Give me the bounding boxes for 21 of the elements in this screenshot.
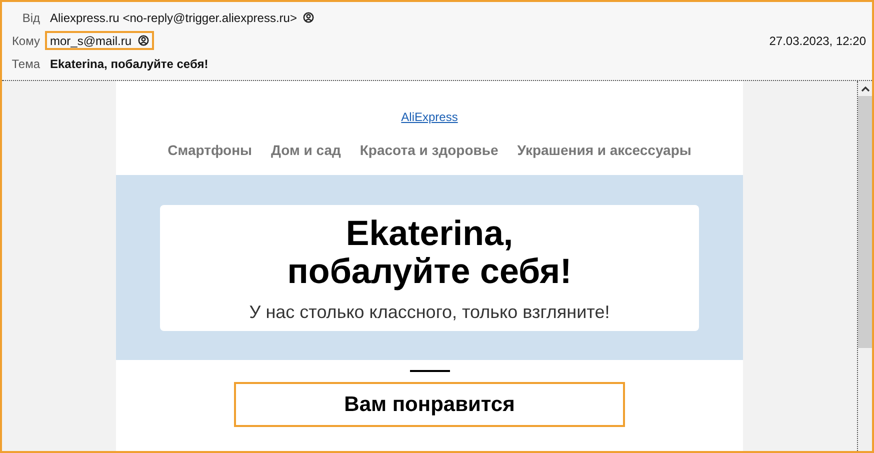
contact-icon[interactable] [302, 12, 314, 23]
nav-link[interactable]: Смартфоны [168, 140, 252, 167]
field-label: Тема [10, 56, 40, 72]
scrollbar-thumb[interactable] [858, 96, 872, 348]
hero-title: Ekaterina, [346, 214, 514, 252]
field-value: Aliexpress.ru <no-reply@trigger.aliexpress.ru> [50, 10, 297, 26]
field-label: Від [21, 10, 40, 26]
hero-title: побалуйте себя! [287, 252, 572, 290]
date-text: 27.03.2023, 12:20 [769, 32, 866, 50]
field-label: Кому [10, 32, 40, 50]
hero-subtitle: У нас столько классного, только взгляните! [249, 300, 610, 324]
scrollbar[interactable] [857, 81, 872, 451]
section-title: Вам понравится [234, 382, 625, 427]
nav-link[interactable]: Украшения и аксессуары [517, 140, 692, 167]
nav-link[interactable]: Красота и здоровье [360, 140, 498, 167]
scroll-up-icon[interactable] [860, 86, 870, 92]
contact-icon[interactable] [138, 35, 149, 46]
nav-link[interactable]: Дом и сад [270, 140, 341, 167]
field-value: Ekaterina, побалуйте себя! [50, 56, 208, 72]
logo-link[interactable]: AliExpress [401, 108, 458, 126]
field-value: mor_s@mail.ru [50, 32, 132, 50]
